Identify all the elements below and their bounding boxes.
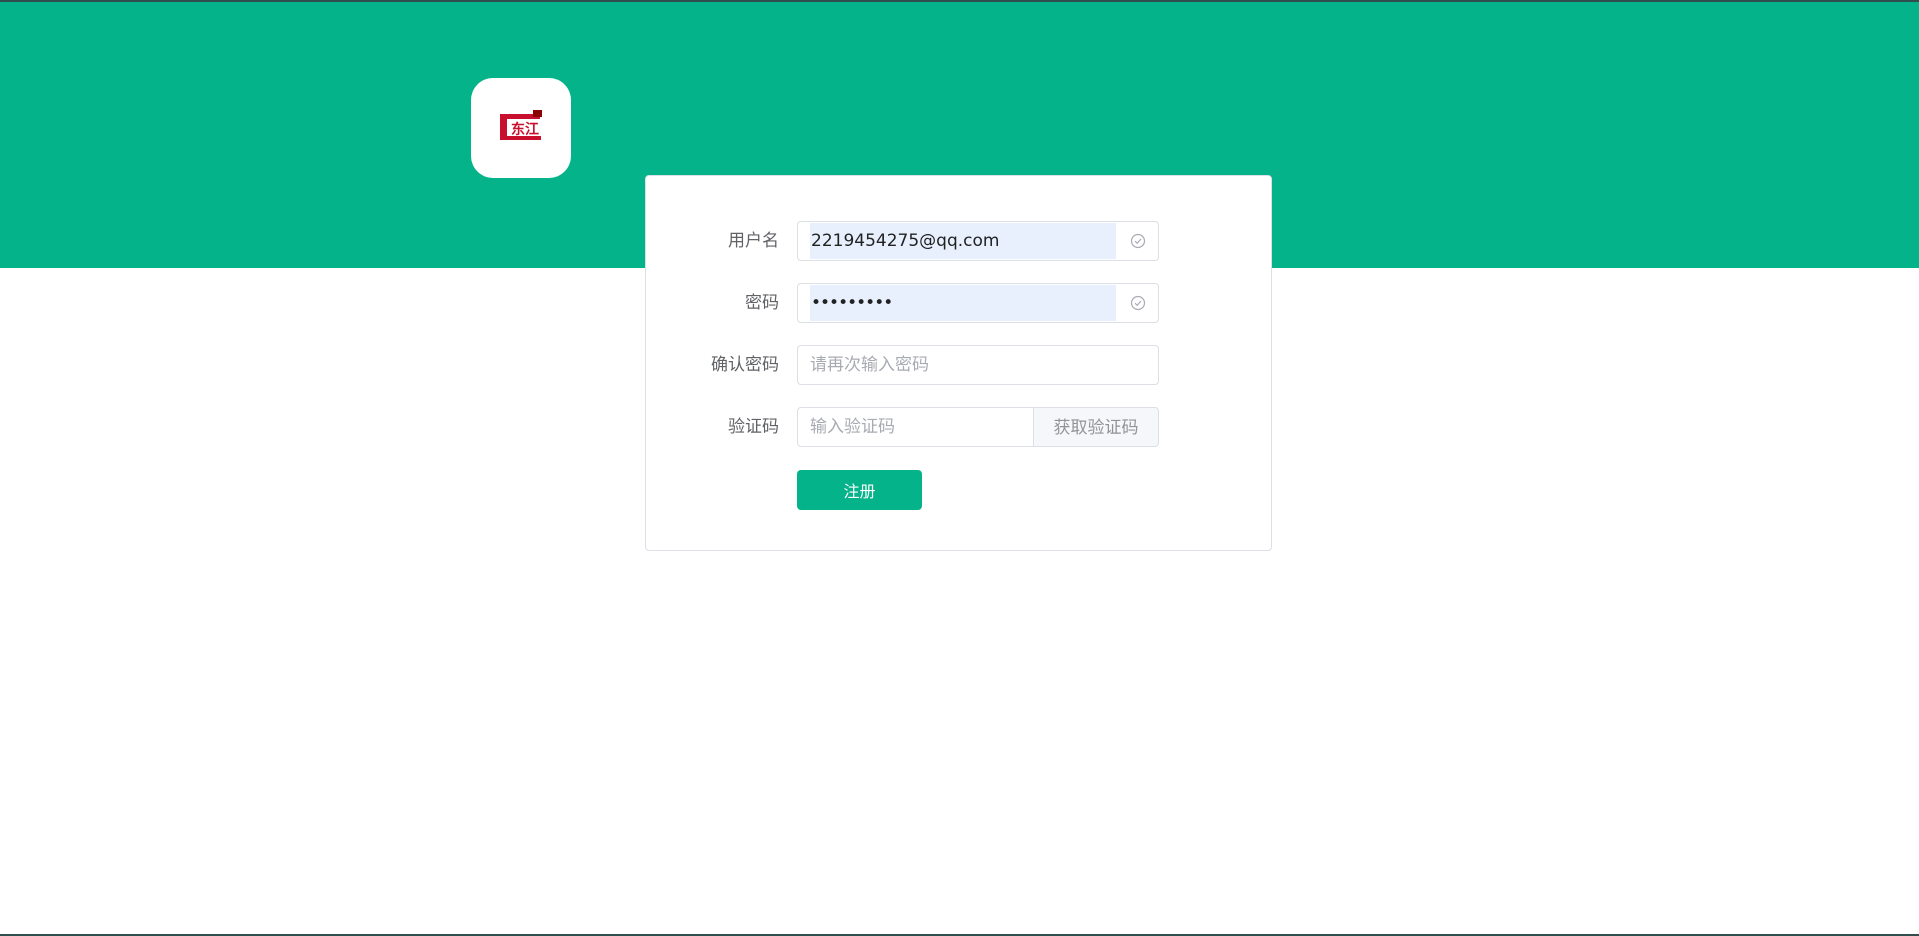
logo: 东江: [471, 78, 571, 178]
username-input[interactable]: [798, 222, 1158, 260]
password-label: 密码: [745, 293, 779, 313]
circle-check-icon: [1130, 233, 1146, 249]
password-input[interactable]: [798, 284, 1158, 322]
register-form-card: 用户名 密码 确认密码 验证码 获: [645, 175, 1272, 551]
username-row: 用户名: [646, 221, 1271, 261]
username-field-wrapper: [797, 221, 1159, 261]
username-label: 用户名: [728, 231, 779, 251]
logo-icon: 东江: [500, 110, 542, 140]
captcha-field-wrapper: [797, 407, 1034, 447]
captcha-row: 验证码 获取验证码: [646, 407, 1271, 447]
password-field-wrapper: [797, 283, 1159, 323]
submit-row: 注册: [646, 470, 1271, 510]
captcha-label: 验证码: [728, 417, 779, 437]
register-button[interactable]: 注册: [797, 470, 922, 510]
confirm-password-label: 确认密码: [711, 355, 779, 375]
circle-check-icon: [1130, 295, 1146, 311]
confirm-password-row: 确认密码: [646, 345, 1271, 385]
confirm-password-input[interactable]: [798, 346, 1158, 384]
logo-brand-text: 东江: [511, 121, 539, 138]
get-captcha-button[interactable]: 获取验证码: [1033, 407, 1159, 447]
confirm-password-field-wrapper: [797, 345, 1159, 385]
captcha-input[interactable]: [798, 408, 1033, 446]
password-row: 密码: [646, 283, 1271, 323]
